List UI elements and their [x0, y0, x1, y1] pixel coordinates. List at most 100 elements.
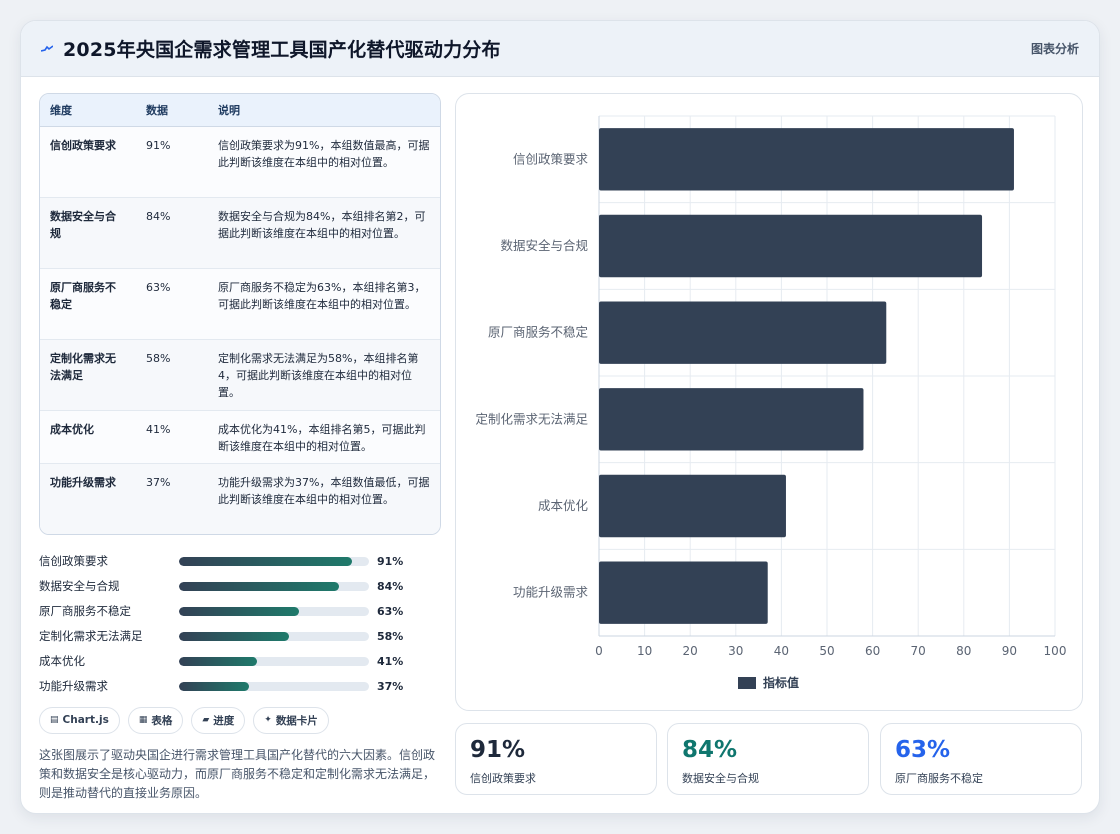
progress-fill: [179, 681, 250, 691]
progress-value: 63%: [377, 604, 404, 618]
stat-value: 63%: [895, 737, 951, 763]
stat-label: 数据安全与合规: [682, 772, 759, 785]
pulse-icon: [41, 44, 53, 52]
chip-progress[interactable]: ▰ 进度: [191, 706, 246, 734]
row-value: 58%: [136, 339, 208, 411]
progress-track: [179, 606, 369, 616]
row-value: 41%: [136, 410, 208, 464]
x-tick-label: 80: [956, 644, 971, 658]
sparkle-icon: ✦: [264, 715, 272, 725]
stat-card: 84% 数据安全与合规: [667, 723, 869, 795]
row-value: 84%: [136, 197, 208, 269]
progress-row: 成本优化 41%: [39, 649, 441, 674]
progress-value: 91%: [377, 554, 404, 568]
y-tick-label: 功能升级需求: [513, 585, 589, 600]
progress-value: 84%: [377, 579, 404, 593]
x-tick-label: 90: [1002, 644, 1017, 658]
x-tick-label: 70: [911, 644, 926, 658]
progress-row: 功能升级需求 37%: [39, 674, 441, 699]
bar: [599, 128, 1014, 191]
y-tick-label: 成本优化: [538, 498, 589, 513]
progress-track: [179, 681, 369, 691]
progress-icon: ▰: [202, 715, 210, 725]
progress-label: 成本优化: [39, 654, 85, 668]
table-row: 原厂商服务不稳定 63% 原厂商服务不稳定为63%，本组排名第3，可据此判断该维…: [40, 268, 440, 340]
progress-track: [179, 631, 369, 641]
y-tick-label: 定制化需求无法满足: [475, 411, 588, 426]
progress-fill: [179, 581, 339, 591]
progress-track: [179, 581, 369, 591]
progress-row: 信创政策要求 91%: [39, 549, 441, 574]
left-column: 维度 数据 说明 信创政策要求 91% 信创政策要求为91%，本组数值最高，可据…: [39, 93, 441, 803]
progress-fill: [179, 556, 352, 566]
progress-label: 原厂商服务不稳定: [39, 604, 131, 618]
bar: [599, 214, 983, 278]
row-value: 91%: [136, 126, 208, 198]
chip-data-cards[interactable]: ✦ 数据卡片: [253, 706, 329, 734]
bar: [599, 388, 864, 451]
progress-label: 信创政策要求: [39, 554, 108, 568]
progress-label: 数据安全与合规: [39, 579, 120, 593]
chart-panel: 信创政策要求 数据安全与合规 原厂商服务不稳定 定制化需求无法满足 成本优化 功能升级需求…: [455, 93, 1083, 711]
x-tick-label: 60: [865, 644, 880, 658]
progress-fill: [179, 656, 257, 666]
bar: [599, 561, 768, 624]
row-note: 成本优化为41%，本组排名第5，可据此判断该维度在本组中的相对位置。: [208, 410, 440, 464]
stat-label: 原厂商服务不稳定: [895, 772, 983, 785]
x-tick-label: 50: [819, 644, 834, 658]
row-dimension: 功能升级需求: [40, 463, 136, 534]
x-tick-label: 100: [1044, 644, 1067, 658]
table-row: 信创政策要求 91% 信创政策要求为91%，本组数值最高，可据此判断该维度在本组…: [40, 126, 440, 198]
data-table-wrap: 维度 数据 说明 信创政策要求 91% 信创政策要求为91%，本组数值最高，可据…: [39, 93, 441, 535]
table-row: 成本优化 41% 成本优化为41%，本组排名第5，可据此判断该维度在本组中的相对…: [40, 410, 440, 464]
row-dimension: 数据安全与合规: [40, 197, 136, 269]
row-value: 63%: [136, 268, 208, 340]
progress-track: [179, 656, 369, 666]
progress-fill: [179, 631, 290, 641]
stat-card: 63% 原厂商服务不稳定: [880, 723, 1082, 795]
legend-swatch: [738, 677, 756, 689]
x-tick-label: 40: [774, 644, 789, 658]
header: 2025年央国企需求管理工具国产化替代驱动力分布 图表分析: [21, 21, 1099, 77]
row-dimension: 信创政策要求: [40, 126, 136, 198]
table-row: 数据安全与合规 84% 数据安全与合规为84%，本组排名第2，可据此判断该维度在…: [40, 197, 440, 269]
stat-card: 91% 信创政策要求: [455, 723, 657, 795]
progress-value: 58%: [377, 629, 404, 643]
chip-label: 进度: [213, 714, 235, 727]
row-note: 信创政策要求为91%，本组数值最高，可据此判断该维度在本组中的相对位置。: [208, 126, 440, 198]
col-header-dimension: 维度: [40, 94, 136, 127]
chip-table[interactable]: ▦ 表格: [127, 706, 184, 734]
chip-label: 数据卡片: [275, 714, 318, 727]
row-dimension: 成本优化: [40, 410, 136, 464]
view-chips: ▤ Chart.js ▦ 表格 ▰ 进度 ✦ 数据卡片: [39, 706, 441, 734]
x-tick-label: 10: [637, 644, 652, 658]
table-row: 定制化需求无法满足 58% 定制化需求无法满足为58%，本组排名第4，可据此判断…: [40, 339, 440, 411]
table-header-row: 维度 数据 说明: [40, 94, 440, 127]
chart-icon: ▤: [50, 715, 59, 725]
progress-row: 原厂商服务不稳定 63%: [39, 599, 441, 624]
chip-chartjs[interactable]: ▤ Chart.js: [39, 706, 120, 734]
progress-row: 定制化需求无法满足 58%: [39, 624, 441, 649]
row-dimension: 定制化需求无法满足: [40, 339, 136, 411]
chip-label: Chart.js: [62, 714, 109, 726]
row-dimension: 原厂商服务不稳定: [40, 268, 136, 340]
col-header-value: 数据: [136, 94, 208, 127]
row-note: 定制化需求无法满足为58%，本组排名第4，可据此判断该维度在本组中的相对位置。: [208, 339, 440, 411]
stat-value: 84%: [682, 737, 738, 763]
row-note: 数据安全与合规为84%，本组排名第2，可据此判断该维度在本组中的相对位置。: [208, 197, 440, 269]
y-tick-label: 数据安全与合规: [500, 238, 588, 253]
progress-list: 信创政策要求 91% 数据安全与合规 84% 原厂商服务不稳定 63% 定制化需…: [39, 549, 441, 699]
progress-row: 数据安全与合规 84%: [39, 574, 441, 599]
header-left: 2025年央国企需求管理工具国产化替代驱动力分布: [41, 35, 501, 62]
row-note: 原厂商服务不稳定为63%，本组排名第3，可据此判断该维度在本组中的相对位置。: [208, 268, 440, 340]
bar: [599, 301, 887, 364]
progress-fill: [179, 606, 299, 616]
data-table: 维度 数据 说明 信创政策要求 91% 信创政策要求为91%，本组数值最高，可据…: [40, 94, 440, 534]
progress-label: 定制化需求无法满足: [39, 629, 143, 643]
chart-description: 这张图展示了驱动央国企进行需求管理工具国产化替代的六大因素。信创政策和数据安全是…: [39, 747, 436, 800]
bar-chart: 信创政策要求数据安全与合规原厂商服务不稳定定制化需求无法满足成本优化功能升级需求…: [475, 115, 1067, 690]
progress-value: 37%: [377, 679, 404, 693]
y-tick-label: 信创政策要求: [513, 151, 589, 166]
page-title: 2025年央国企需求管理工具国产化替代驱动力分布: [63, 39, 501, 61]
progress-value: 41%: [377, 654, 404, 668]
